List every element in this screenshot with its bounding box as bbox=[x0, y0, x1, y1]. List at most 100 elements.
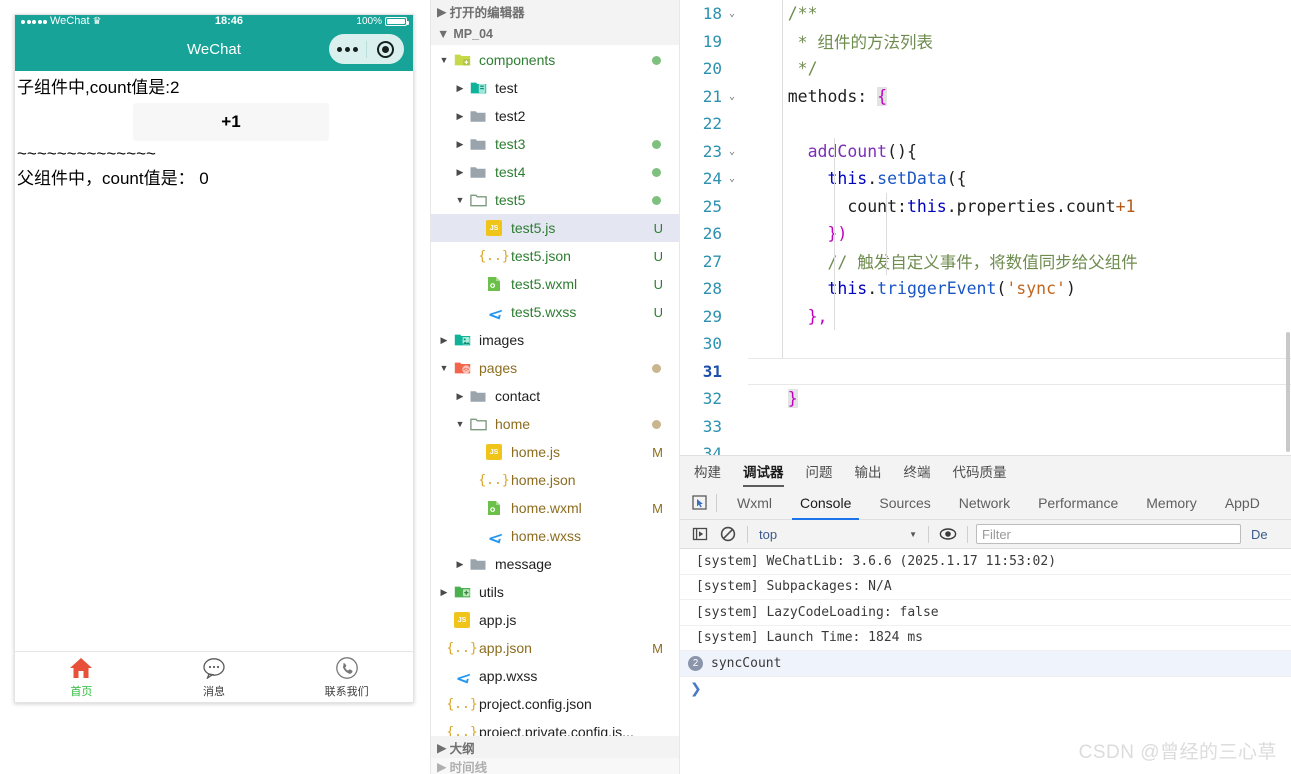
line-number-value: 25 bbox=[702, 196, 722, 216]
devtools-tab-输出[interactable]: 输出 bbox=[855, 461, 882, 487]
inspector-tab-sources[interactable]: Sources bbox=[865, 487, 944, 520]
code-line[interactable]: } bbox=[748, 385, 1291, 413]
tree-row[interactable]: JS test5.js U bbox=[431, 214, 679, 242]
code-line[interactable]: count: this .properties.count +1 bbox=[748, 193, 1291, 221]
code-token: 'sync' bbox=[1006, 279, 1066, 299]
tree-row[interactable]: {..} test5.json U bbox=[431, 242, 679, 270]
chevron-right-icon: ▶ bbox=[456, 138, 464, 149]
tree-row[interactable]: ▶ test2 bbox=[431, 102, 679, 130]
tree-row[interactable]: 𝈴 home.wxss bbox=[431, 522, 679, 550]
code-line[interactable]: this. triggerEvent('sync') bbox=[748, 275, 1291, 303]
tree-row[interactable]: ▶ test4 bbox=[431, 158, 679, 186]
project-root-row[interactable]: ▼ MP_04 bbox=[431, 22, 679, 45]
tree-row[interactable]: ▼ components bbox=[431, 46, 679, 74]
tree-row[interactable]: 𝈴 test5.wxss U bbox=[431, 298, 679, 326]
tab-item-message[interactable]: 消息 bbox=[148, 656, 281, 699]
inspector-tab-console[interactable]: Console bbox=[786, 487, 865, 520]
inspect-element-icon[interactable] bbox=[686, 495, 714, 511]
code-line[interactable] bbox=[748, 357, 1291, 385]
devtools-tab-代码质量[interactable]: 代码质量 bbox=[953, 461, 1007, 487]
change-indicator-dot bbox=[652, 167, 661, 177]
default-levels-label[interactable]: De bbox=[1241, 527, 1268, 542]
code-line[interactable]: }, bbox=[748, 303, 1291, 331]
code-line[interactable] bbox=[748, 413, 1291, 441]
inspector-tab-memory[interactable]: Memory bbox=[1132, 487, 1211, 520]
console-prompt[interactable]: ❯ bbox=[680, 677, 1291, 701]
line-number: 19 bbox=[680, 28, 742, 56]
inspector-tab-wxml[interactable]: Wxml bbox=[723, 487, 786, 520]
console-message: [system] LazyCodeLoading: false bbox=[680, 600, 1291, 626]
target-circle-icon[interactable] bbox=[367, 40, 404, 58]
fold-chevron-icon[interactable]: ⌄ bbox=[726, 8, 738, 19]
console-context-select[interactable]: top ▼ bbox=[753, 527, 923, 542]
devtools-tab-终端[interactable]: 终端 bbox=[904, 461, 931, 487]
wxss-file-icon: 𝈴 bbox=[456, 669, 468, 688]
code-line[interactable] bbox=[748, 440, 1291, 455]
tree-item-label: message bbox=[495, 556, 552, 572]
outline-section[interactable]: ▶ 大纲 bbox=[431, 736, 679, 758]
tree-row[interactable]: JS home.js M bbox=[431, 438, 679, 466]
tree-row[interactable]: ▶ utils bbox=[431, 578, 679, 606]
devtools-panel-tabs: 构建 调试器 问题 输出 终端 代码质量 bbox=[680, 456, 1291, 487]
git-status-badge: U bbox=[653, 248, 663, 264]
tree-row[interactable]: {..} project.config.json bbox=[431, 690, 679, 718]
divider-text: ~~~~~~~~~~~~~~ bbox=[17, 144, 156, 164]
code-line[interactable]: /** bbox=[748, 0, 1291, 28]
more-dots-icon[interactable] bbox=[329, 46, 366, 52]
tab-item-contact[interactable]: 联系我们 bbox=[280, 656, 413, 699]
timeline-section[interactable]: ▶ 时间线 bbox=[431, 758, 679, 774]
increment-button[interactable]: +1 bbox=[133, 103, 329, 142]
tree-row[interactable]: home.wxml M bbox=[431, 494, 679, 522]
fold-chevron-icon[interactable]: ⌄ bbox=[726, 146, 738, 157]
child-count-label: 子组件中,count值是:2 bbox=[17, 78, 180, 97]
tree-row[interactable]: {..} home.json bbox=[431, 466, 679, 494]
code-content[interactable]: /** * 组件的方法列表 */ methods: { addCount(){ … bbox=[742, 0, 1291, 455]
inspector-tab-appd[interactable]: AppD bbox=[1211, 487, 1274, 520]
tree-row[interactable]: test5.wxml U bbox=[431, 270, 679, 298]
tree-row[interactable]: ▶ test3 bbox=[431, 130, 679, 158]
code-line[interactable]: this. setData({ bbox=[748, 165, 1291, 193]
code-line[interactable]: methods: { bbox=[748, 83, 1291, 111]
folder-icon bbox=[467, 557, 489, 571]
code-line[interactable]: addCount(){ bbox=[748, 138, 1291, 166]
devtools-tab-构建[interactable]: 构建 bbox=[694, 461, 721, 487]
tree-row[interactable]: ▶ test bbox=[431, 74, 679, 102]
execute-icon[interactable] bbox=[686, 523, 714, 546]
code-line[interactable]: * 组件的方法列表 bbox=[748, 28, 1291, 56]
fold-chevron-icon[interactable]: ⌄ bbox=[726, 173, 738, 184]
tree-row[interactable]: JS app.js bbox=[431, 606, 679, 634]
line-number-value: 29 bbox=[702, 306, 722, 326]
code-line[interactable]: // 触发自定义事件，将数值同步给父组件 bbox=[748, 248, 1291, 276]
code-token: // 触发自定义事件，将数值同步给父组件 bbox=[827, 253, 1138, 273]
code-line[interactable]: }) bbox=[748, 220, 1291, 248]
tree-row[interactable]: 𝈴 app.wxss bbox=[431, 662, 679, 690]
tab-item-home[interactable]: 首页 bbox=[15, 656, 148, 699]
code-line[interactable] bbox=[748, 110, 1291, 138]
code-token: methods bbox=[787, 86, 858, 106]
tree-row[interactable]: ▶ message bbox=[431, 550, 679, 578]
tree-row[interactable]: {..} project.private.config.js... bbox=[431, 718, 679, 736]
tree-row[interactable]: {..} app.json M bbox=[431, 634, 679, 662]
clear-console-icon[interactable] bbox=[714, 523, 742, 546]
console-filter-input[interactable]: Filter bbox=[976, 524, 1241, 544]
open-editors-section[interactable]: ▶ 打开的编辑器 bbox=[431, 0, 679, 22]
editor-scrollbar[interactable] bbox=[1286, 332, 1290, 452]
code-line[interactable]: */ bbox=[748, 55, 1291, 83]
code-line[interactable] bbox=[748, 330, 1291, 358]
tree-row[interactable]: ▼ <> pages bbox=[431, 354, 679, 382]
tree-row[interactable]: ▶ images bbox=[431, 326, 679, 354]
tree-row[interactable]: ▶ contact bbox=[431, 382, 679, 410]
inspector-tab-performance[interactable]: Performance bbox=[1024, 487, 1132, 520]
json-file-icon: {..} bbox=[446, 640, 478, 656]
devtools-tab-问题[interactable]: 问题 bbox=[806, 461, 833, 487]
chevron-right-icon: ▶ bbox=[437, 4, 447, 19]
wechat-capsule[interactable] bbox=[329, 34, 404, 64]
fold-chevron-icon[interactable]: ⌄ bbox=[726, 91, 738, 102]
live-expression-icon[interactable] bbox=[934, 523, 962, 546]
tree-row[interactable]: ▼ home bbox=[431, 410, 679, 438]
tree-row[interactable]: ▼ test5 bbox=[431, 186, 679, 214]
code-editor[interactable]: 18 ⌄ 19 20 21 ⌄ 22 23 ⌄ 24 ⌄ 25 26 27 28 29 30 31 32 33 34 /… bbox=[680, 0, 1291, 455]
devtools-tab-调试器[interactable]: 调试器 bbox=[743, 461, 784, 487]
line-number: 32 bbox=[680, 385, 742, 413]
inspector-tab-network[interactable]: Network bbox=[945, 487, 1024, 520]
